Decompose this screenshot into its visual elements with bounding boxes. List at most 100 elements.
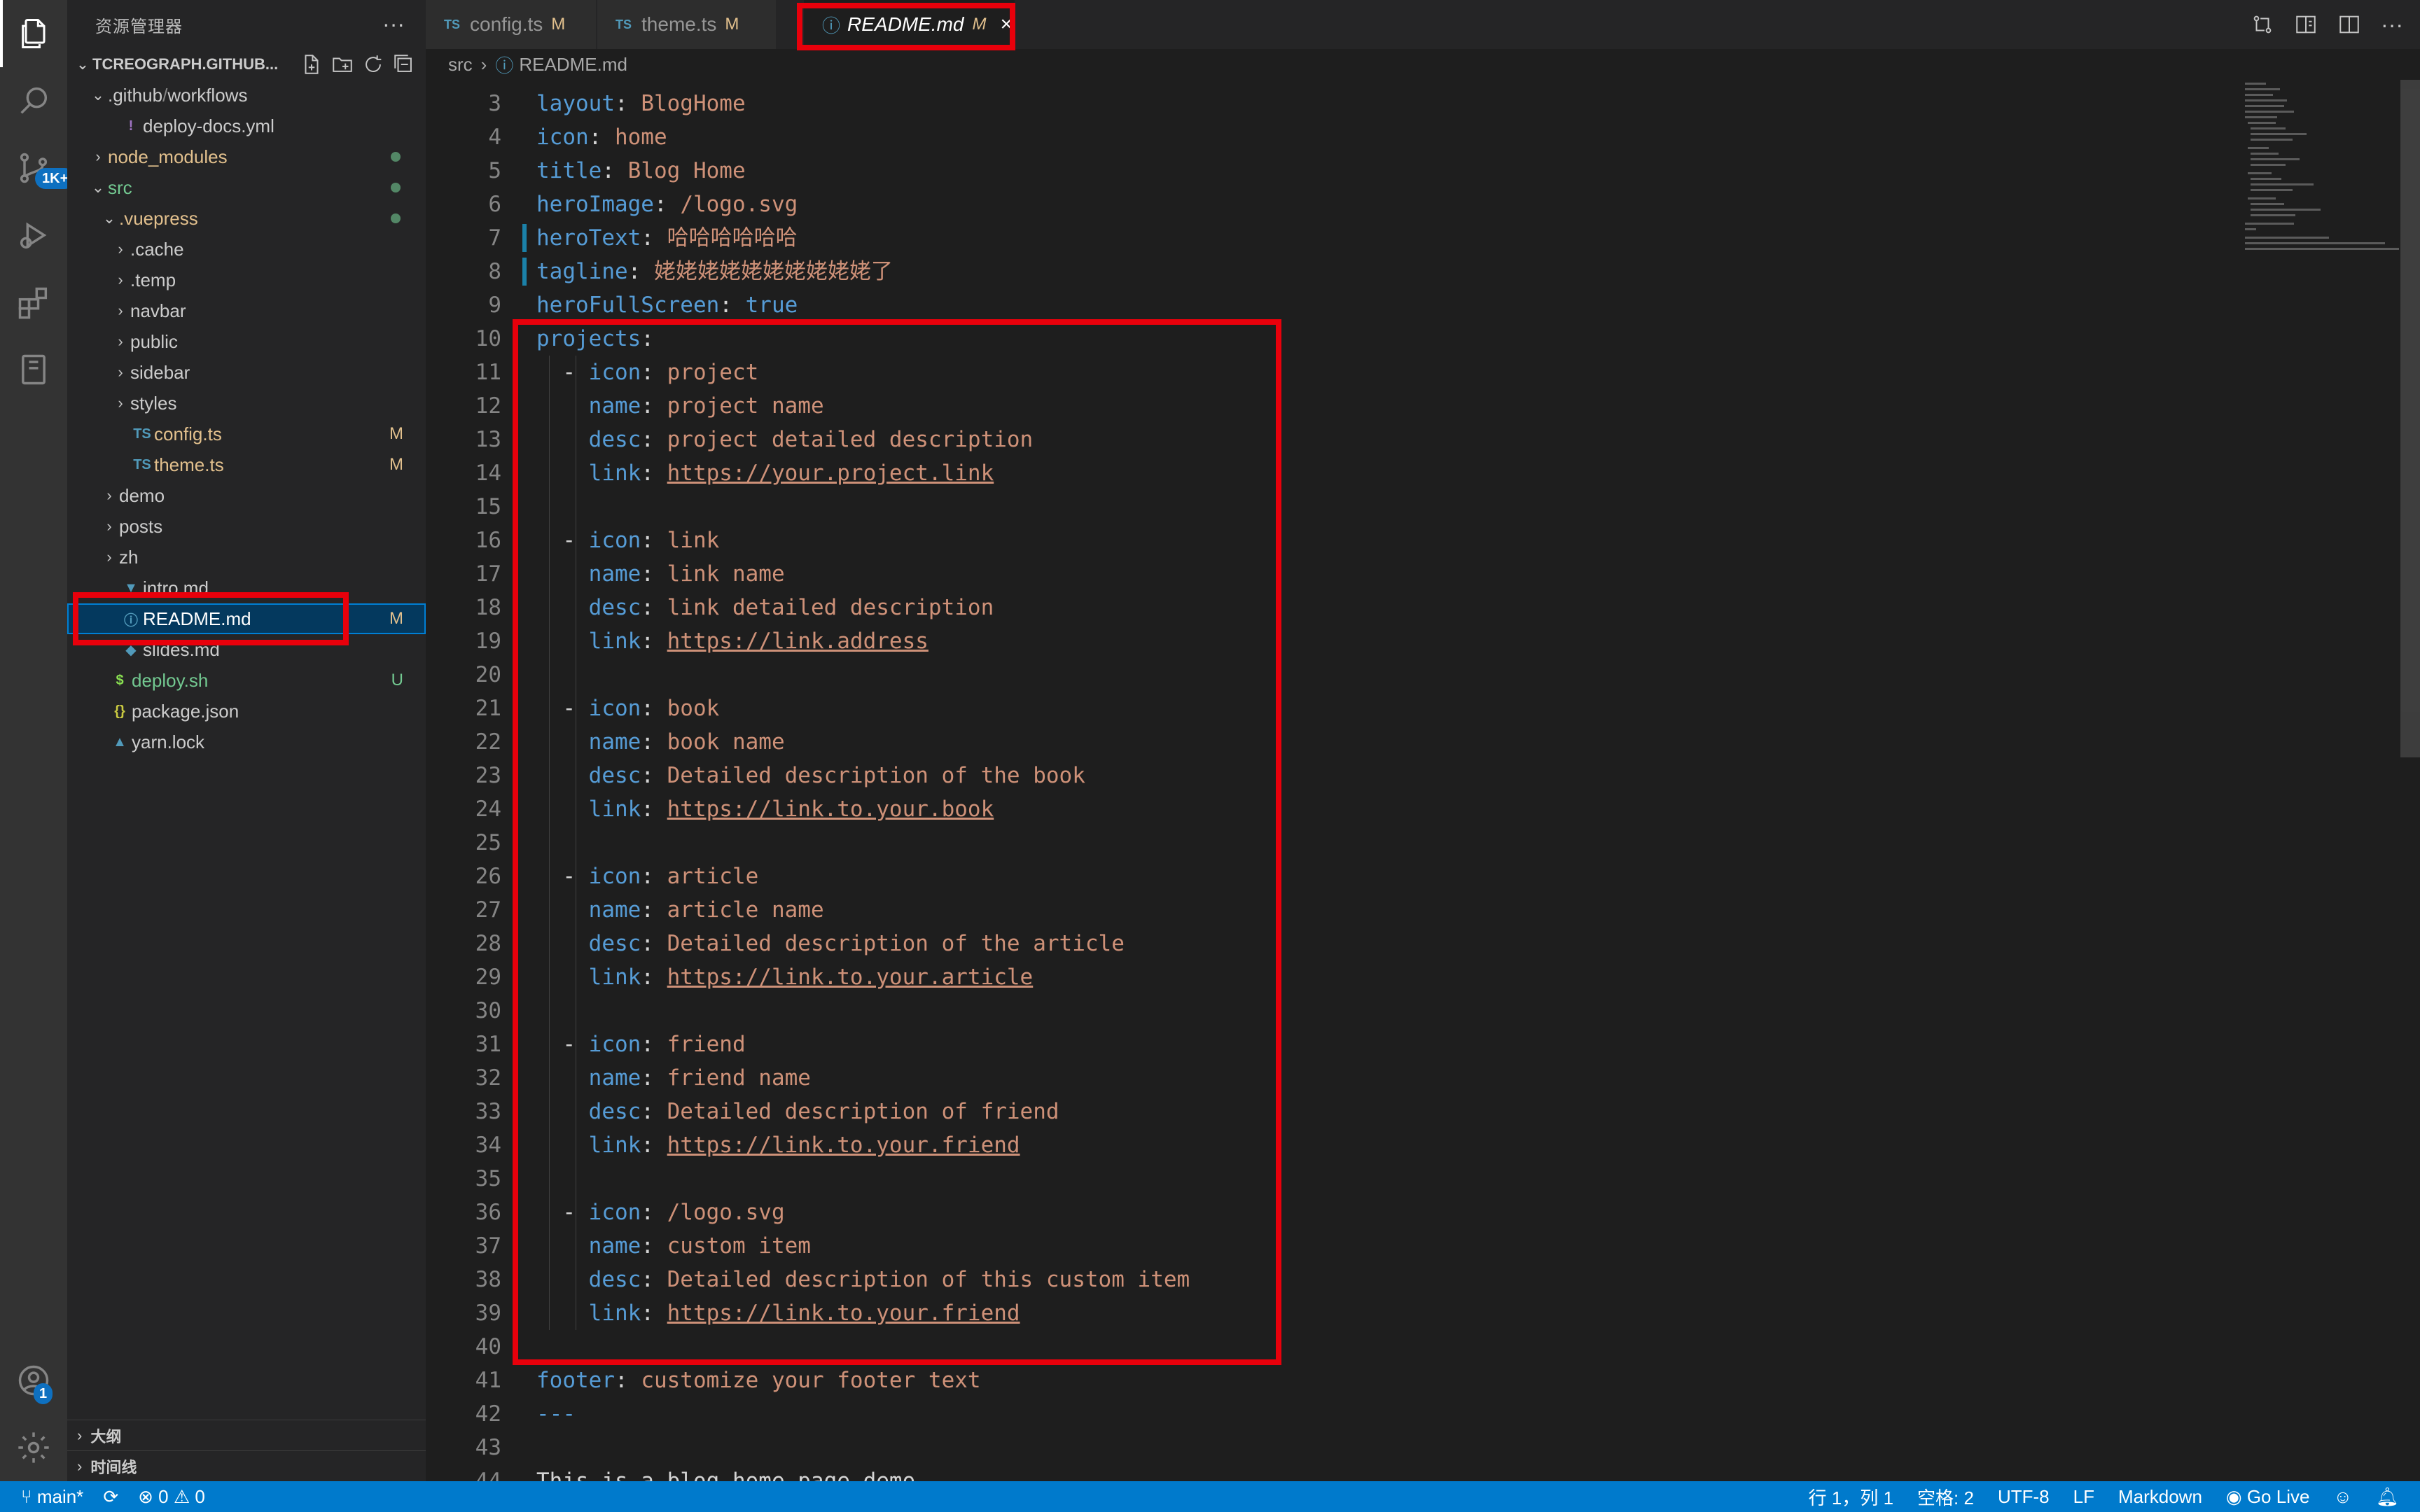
open-preview-icon[interactable] — [2294, 13, 2318, 36]
go-live[interactable]: ◉ Go Live — [2226, 1486, 2310, 1508]
line-number: 6 — [488, 192, 501, 217]
indentation[interactable]: 空格: 2 — [1917, 1484, 1974, 1510]
feedback-icon[interactable]: ☺ — [2333, 1486, 2352, 1508]
timeline-section[interactable]: › 时间线 — [67, 1450, 426, 1481]
tree-item-label: workflows — [167, 84, 248, 106]
tree-item[interactable]: ⌄ .github / workflows — [67, 80, 426, 111]
sync-icon[interactable]: ⟳ — [103, 1486, 118, 1508]
tree-item[interactable]: › posts — [67, 511, 426, 542]
code-line[interactable]: 44 This is a blog home page demo. — [426, 1464, 2420, 1481]
code-line[interactable]: 41 footer: customize your footer text — [426, 1364, 2420, 1397]
more-actions-icon[interactable]: ··· — [382, 11, 405, 37]
problems-indicator[interactable]: ⊗ 0 ⚠ 0 — [138, 1486, 205, 1508]
new-folder-icon[interactable] — [331, 52, 354, 76]
collapse-all-icon[interactable] — [392, 52, 416, 76]
gutter-modified-marker — [522, 258, 527, 286]
refresh-icon[interactable] — [361, 52, 385, 76]
tree-item[interactable]: TS theme.ts M — [67, 449, 426, 480]
code-text: heroImage: /logo.svg — [536, 188, 798, 221]
line-number: 23 — [475, 763, 501, 788]
code-text: heroText: 哈哈哈哈哈哈 — [536, 221, 798, 255]
line-number: 9 — [488, 293, 501, 318]
git-branch[interactable]: ⑂ main* — [21, 1486, 83, 1508]
tree-item-label: zh — [119, 546, 139, 568]
file-type-icon: $ — [116, 672, 124, 688]
encoding[interactable]: UTF-8 — [1998, 1486, 2050, 1508]
split-editor-icon[interactable] — [2337, 13, 2361, 36]
end-of-line[interactable]: LF — [2073, 1486, 2094, 1508]
code-text: This is a blog home page demo. — [536, 1464, 929, 1481]
source-control-icon[interactable]: 1K+ — [0, 134, 76, 202]
search-icon[interactable] — [0, 67, 67, 134]
tab-theme-ts[interactable]: TS theme.ts M — [597, 0, 777, 49]
line-number: 39 — [475, 1301, 501, 1326]
compare-changes-icon[interactable] — [2251, 13, 2274, 36]
account-icon[interactable]: 1 — [0, 1347, 67, 1414]
tree-item[interactable]: ! deploy-docs.yml — [67, 111, 426, 141]
bell-icon[interactable]: 🔔︎ — [2376, 1486, 2399, 1508]
code-line[interactable]: 3 layout: BlogHome — [426, 87, 2420, 120]
tree-item[interactable]: ⌄ .vuepress — [67, 203, 426, 234]
extensions-icon[interactable] — [0, 269, 67, 336]
line-number: 17 — [475, 561, 501, 587]
code-line[interactable]: 8 tagline: 姥姥姥姥姥姥姥姥姥姥了 — [426, 255, 2420, 288]
remote-explorer-icon[interactable] — [0, 336, 67, 403]
tab-config-ts[interactable]: TS config.ts M — [426, 0, 597, 49]
code-line[interactable]: 42 --- — [426, 1397, 2420, 1431]
tree-item[interactable]: › .cache — [67, 234, 426, 265]
code-text: --- — [536, 1397, 576, 1431]
line-number: 16 — [475, 528, 501, 553]
modified-flag: M — [725, 15, 739, 34]
code-line[interactable]: 9 heroFullScreen: true — [426, 288, 2420, 322]
code-line[interactable]: 6 heroImage: /logo.svg — [426, 188, 2420, 221]
tree-item[interactable]: › demo — [67, 480, 426, 511]
code-line[interactable]: 43 — [426, 1431, 2420, 1464]
settings-gear-icon[interactable] — [0, 1414, 67, 1481]
tree-item-label: yarn.lock — [132, 731, 205, 752]
chevron-right-icon: › — [480, 53, 487, 75]
code-token: BlogHome — [641, 91, 746, 116]
line-number: 14 — [475, 461, 501, 486]
outline-section[interactable]: › 大纲 — [67, 1420, 426, 1450]
cursor-position[interactable]: 行 1，列 1 — [1809, 1484, 1893, 1510]
tree-item[interactable]: ▲ yarn.lock — [67, 727, 426, 757]
file-type-icon: ! — [128, 118, 134, 134]
code-token: 姥姥姥姥姥姥姥姥姥姥了 — [653, 259, 893, 284]
tree-item[interactable]: › zh — [67, 542, 426, 573]
tree-item-label: navbar — [130, 300, 186, 321]
new-file-icon[interactable] — [300, 52, 324, 76]
line-number: 38 — [475, 1267, 501, 1292]
code-line[interactable]: 7 heroText: 哈哈哈哈哈哈 — [426, 221, 2420, 255]
workspace-root[interactable]: ⌄ TCREOGRAPH.GITHUB... — [67, 49, 426, 80]
breadcrumb-folder[interactable]: src — [448, 54, 473, 76]
tree-item-label: theme.ts — [154, 454, 224, 475]
language-mode[interactable]: Markdown — [2118, 1486, 2202, 1508]
line-number: 5 — [488, 158, 501, 183]
tree-item[interactable]: TS config.ts M — [67, 419, 426, 449]
highlight-box-readme-file — [73, 592, 349, 645]
tree-item[interactable]: › node_modules — [67, 141, 426, 172]
line-number: 31 — [475, 1032, 501, 1057]
explorer-icon[interactable] — [0, 0, 67, 67]
code-line[interactable]: 5 title: Blog Home — [426, 154, 2420, 188]
chevron-right-icon: › — [106, 548, 112, 566]
tree-item[interactable]: › navbar — [67, 295, 426, 326]
tree-item[interactable]: $ deploy.sh U — [67, 665, 426, 696]
code-line[interactable]: 4 icon: home — [426, 120, 2420, 154]
run-debug-icon[interactable] — [0, 202, 67, 269]
yaml-key: icon — [536, 125, 589, 150]
tree-item[interactable]: ⌄ src — [67, 172, 426, 203]
status-bar: ⑂ main* ⟳ ⊗ 0 ⚠ 0 行 1，列 1 空格: 2 UTF-8 LF… — [0, 1481, 2420, 1512]
more-actions-icon[interactable]: ··· — [2381, 12, 2403, 38]
outline-label: 大纲 — [90, 1427, 122, 1446]
tree-item[interactable]: › styles — [67, 388, 426, 419]
tree-item[interactable]: › sidebar — [67, 357, 426, 388]
tree-item[interactable]: › .temp — [67, 265, 426, 295]
git-status-badge: M — [389, 455, 403, 474]
tree-item[interactable]: › public — [67, 326, 426, 357]
tree-item[interactable]: {} package.json — [67, 696, 426, 727]
workspace-root-label: TCREOGRAPH.GITHUB... — [92, 55, 279, 73]
breadcrumb-file[interactable]: README.md — [519, 54, 627, 76]
gutter-modified-marker — [522, 224, 527, 252]
tree-item-label: node_modules — [108, 146, 228, 167]
